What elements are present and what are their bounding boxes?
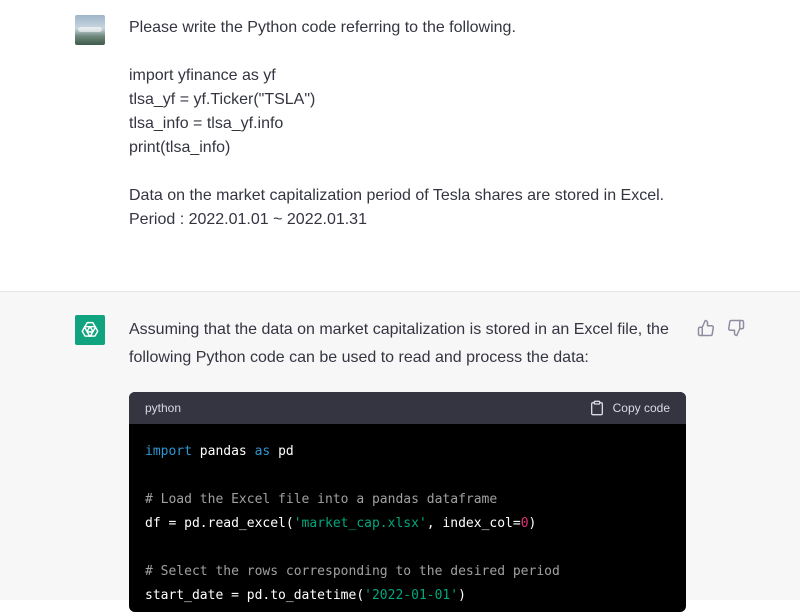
code-comment: # Select the rows corresponding to the d…	[145, 564, 560, 579]
code-line: # Select the rows corresponding to the d…	[145, 560, 670, 584]
user-line: Period : 2022.01.01 ~ 2022.01.31	[129, 211, 367, 228]
code-text: pd	[270, 444, 294, 459]
code-text: pandas	[191, 444, 255, 459]
user-avatar	[75, 15, 105, 45]
code-text: )	[458, 588, 466, 603]
clipboard-icon	[589, 400, 605, 416]
copy-code-button[interactable]: Copy code	[589, 400, 670, 416]
user-line: Please write the Python code referring t…	[129, 19, 516, 36]
chatgpt-logo-icon	[75, 315, 105, 345]
thumbs-up-icon[interactable]	[697, 319, 715, 337]
code-keyword: import	[145, 444, 192, 459]
user-message-block: Please write the Python code referring t…	[0, 0, 800, 292]
user-line: Data on the market capitalization period…	[129, 187, 665, 204]
code-keyword: as	[254, 444, 271, 459]
code-line: # Load the Excel file into a pandas data…	[145, 488, 670, 512]
user-line: tlsa_yf = yf.Ticker("TSLA")	[129, 91, 316, 108]
code-language-label: python	[145, 401, 182, 415]
code-line: df = pd.read_excel('market_cap.xlsx', in…	[145, 512, 670, 536]
user-message-text: Please write the Python code referring t…	[129, 16, 749, 232]
code-string: '2022-01-01'	[364, 588, 459, 603]
code-text: df = pd.read_excel(	[145, 516, 294, 531]
code-body: import pandas as pd # Load the Excel fil…	[129, 424, 686, 608]
feedback-buttons	[697, 319, 745, 337]
thumbs-down-icon[interactable]	[727, 319, 745, 337]
code-text: start_date = pd.to_datetime(	[145, 588, 365, 603]
user-line: print(tlsa_info)	[129, 139, 231, 156]
code-string: 'market_cap.xlsx'	[293, 516, 427, 531]
user-line: tlsa_info = tlsa_yf.info	[129, 115, 284, 132]
code-line: start_date = pd.to_datetime('2022-01-01'…	[145, 584, 670, 608]
code-block: python Copy code import pandas as pd # L…	[129, 392, 686, 612]
code-number: 0	[520, 516, 529, 531]
user-line: import yfinance as yf	[129, 67, 276, 84]
code-text: )	[528, 516, 537, 531]
code-text: , index_col=	[426, 516, 521, 531]
copy-code-label: Copy code	[612, 401, 670, 415]
code-comment: # Load the Excel file into a pandas data…	[145, 492, 498, 507]
assistant-intro-text: Assuming that the data on market capital…	[129, 321, 669, 366]
code-header: python Copy code	[129, 392, 686, 424]
code-line: import pandas as pd	[145, 440, 670, 464]
